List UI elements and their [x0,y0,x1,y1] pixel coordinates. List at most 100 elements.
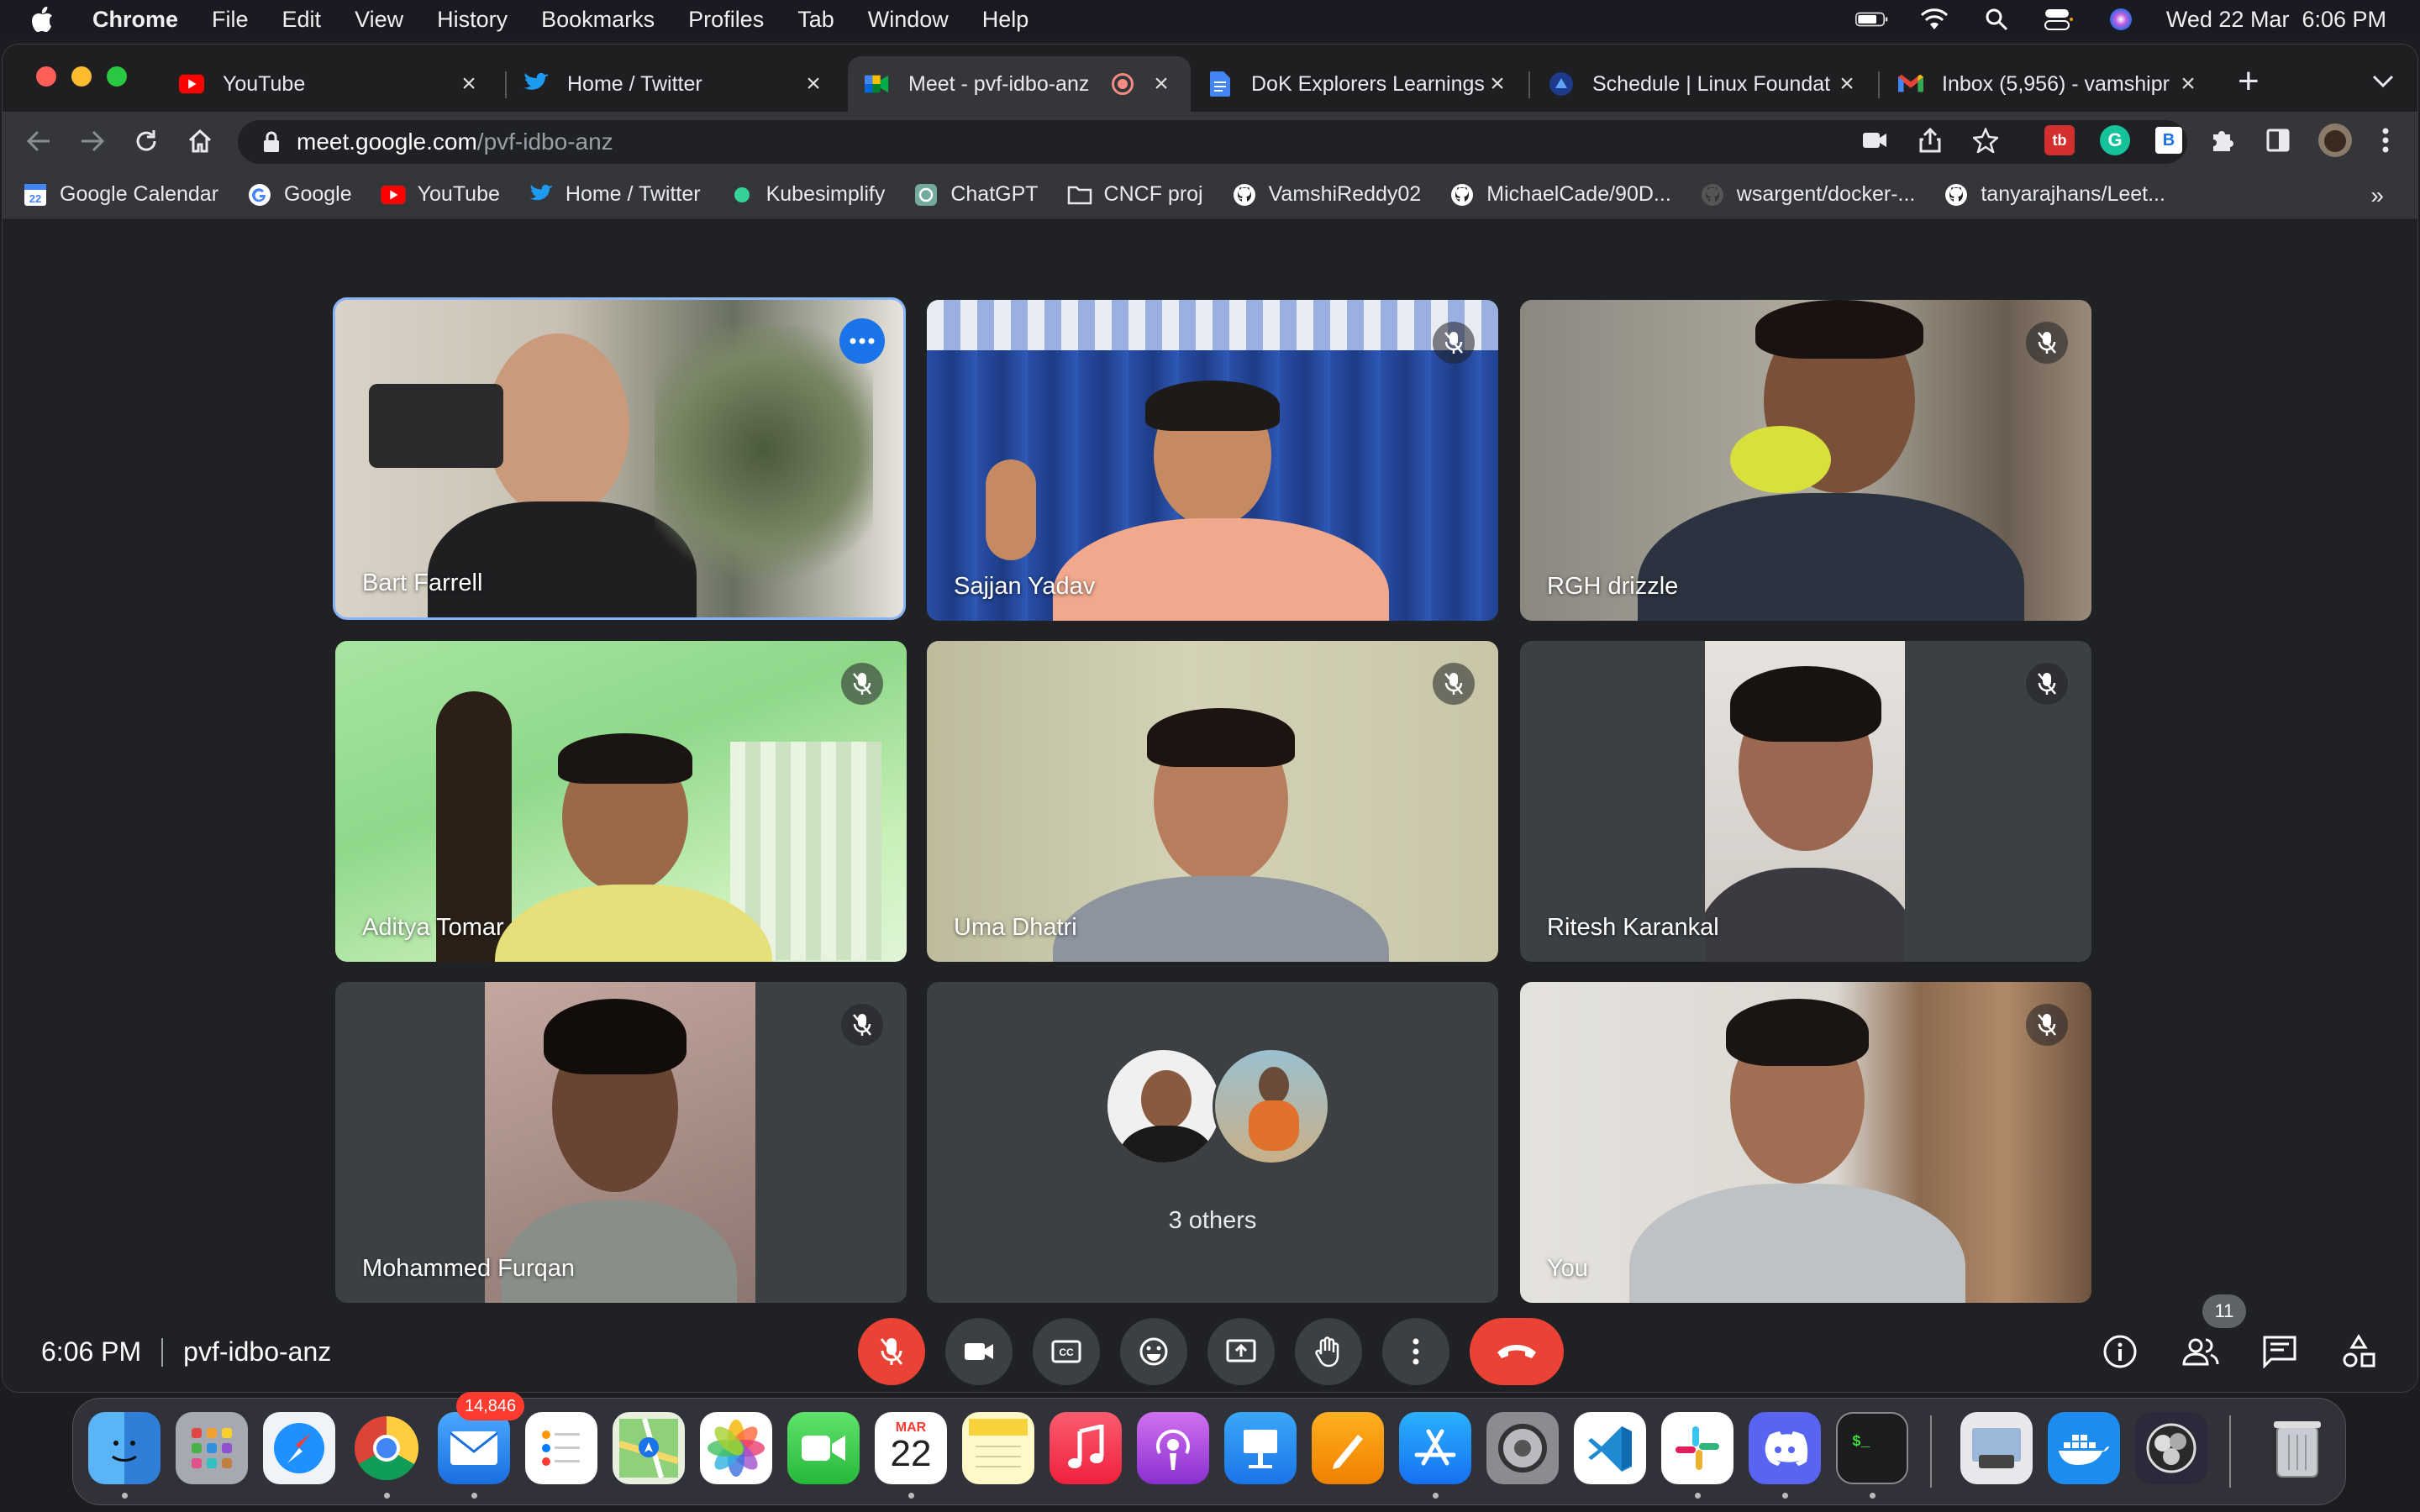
podcasts-icon[interactable] [1137,1412,1209,1484]
participant-tile-uma-dhatri[interactable]: Uma Dhatri [927,641,1498,962]
activities-button[interactable] [2333,1326,2384,1377]
notes-icon[interactable] [962,1412,1034,1484]
menu-view[interactable]: View [355,7,403,33]
side-panel-icon[interactable] [2263,125,2293,155]
vscode-icon[interactable] [1574,1412,1646,1484]
maps-icon[interactable] [613,1412,685,1484]
tab-close-icon[interactable]: × [456,70,481,98]
back-arrow-icon[interactable] [21,123,56,159]
captions-button[interactable]: CC [1033,1318,1100,1385]
menubar-clock[interactable]: Wed 22 Mar 6:06 PM [2166,7,2386,33]
home-icon[interactable] [182,123,218,159]
participant-tile-bart-farrell[interactable]: Bart Farrell [333,297,906,620]
menu-tab[interactable]: Tab [797,7,834,33]
menu-profiles[interactable]: Profiles [688,7,764,33]
launchpad-icon[interactable] [176,1412,248,1484]
forward-arrow-icon[interactable] [75,123,110,159]
tab-twitter[interactable]: Home / Twitter × [507,56,843,112]
participant-tile-ritesh-karankal[interactable]: Ritesh Karankal [1520,641,2091,962]
bookmark-star-icon[interactable] [1970,125,2001,155]
bookmarks-overflow-button[interactable]: » [2370,182,2384,209]
zoom-window-button[interactable] [107,66,127,87]
people-button[interactable] [2175,1326,2226,1377]
close-window-button[interactable] [36,66,56,87]
tab-youtube[interactable]: YouTube × [162,56,498,112]
menu-app-name[interactable]: Chrome [92,7,178,33]
b-extension-icon[interactable]: B [2155,127,2182,154]
todoist-extension-icon[interactable]: tb [2044,125,2075,155]
terminal-icon[interactable]: $_ [1836,1412,1908,1484]
menu-history[interactable]: History [437,7,508,33]
calendar-icon[interactable]: MAR 22 [875,1412,947,1484]
microphone-toggle-button[interactable] [858,1318,925,1385]
bookmark-github-wsargent[interactable]: wsargent/docker-... [1700,182,1915,207]
discord-icon[interactable] [1749,1412,1821,1484]
bookmark-github-tanyarajhans[interactable]: tanyarajhans/Leet... [1944,182,2165,207]
spotlight-search-icon[interactable] [1980,7,2013,32]
menu-window[interactable]: Window [868,7,949,33]
bookmark-github-michaelcade[interactable]: MichaelCade/90D... [1449,182,1671,207]
chrome-menu-icon[interactable] [2377,125,2394,155]
music-icon[interactable] [1050,1412,1122,1484]
bookmark-chatgpt[interactable]: ChatGPT [913,182,1039,207]
tab-search-chevron-icon[interactable] [2372,68,2394,94]
lock-icon[interactable] [263,131,280,153]
menu-file[interactable]: File [212,7,249,33]
photos-icon[interactable] [700,1412,772,1484]
present-screen-button[interactable] [1207,1318,1275,1385]
participant-tile-aditya-tomar[interactable]: Aditya Tomar [335,641,907,962]
reload-icon[interactable] [129,123,164,159]
reactions-button[interactable] [1120,1318,1187,1385]
bookmark-github-vamshi[interactable]: VamshiReddy02 [1232,182,1421,207]
extensions-puzzle-icon[interactable] [2207,125,2238,155]
tab-meet[interactable]: Meet - pvf-idbo-anz × [848,56,1191,112]
leave-call-button[interactable] [1470,1318,1564,1385]
facetime-icon[interactable] [787,1412,860,1484]
tab-linux-foundation[interactable]: Schedule | Linux Foundat × [1532,56,1876,112]
system-settings-icon[interactable] [1486,1412,1559,1484]
apple-menu-icon[interactable] [32,7,60,32]
preview-icon[interactable] [1960,1412,2033,1484]
tab-close-icon[interactable]: × [1485,70,1510,98]
tab-docs[interactable]: DoK Explorers Learnings × [1191,56,1527,112]
mail-icon[interactable] [438,1412,510,1484]
minimize-window-button[interactable] [71,66,92,87]
participant-tile-rgh-drizzle[interactable]: RGH drizzle [1520,300,2091,621]
camera-in-use-icon[interactable] [1860,125,1890,155]
participant-tile-others[interactable]: 3 others [927,982,1498,1303]
bookmark-folder-cncf[interactable]: CNCF proj [1067,182,1203,207]
tab-close-icon[interactable]: × [801,70,826,98]
chrome-icon[interactable] [350,1412,423,1484]
menu-edit[interactable]: Edit [282,7,322,33]
chat-button[interactable] [2254,1326,2305,1377]
obs-icon[interactable] [2135,1412,2207,1484]
trash-icon[interactable] [2261,1412,2333,1484]
participant-tile-mohammed-furqan[interactable]: Mohammed Furqan [335,982,907,1303]
slack-icon[interactable] [1661,1412,1733,1484]
wifi-icon[interactable] [1918,7,1951,32]
more-options-button[interactable] [1382,1318,1449,1385]
more-options-button[interactable] [839,318,885,364]
new-tab-button[interactable]: + [2238,63,2260,100]
control-center-icon[interactable] [2042,7,2075,32]
grammarly-extension-icon[interactable]: G [2100,125,2130,155]
menu-help[interactable]: Help [982,7,1029,33]
raise-hand-button[interactable] [1295,1318,1362,1385]
tab-close-icon[interactable]: × [1149,70,1174,98]
bookmark-google[interactable]: Google [247,182,352,207]
bookmark-twitter[interactable]: Home / Twitter [529,182,701,207]
keynote-icon[interactable] [1224,1412,1297,1484]
camera-toggle-button[interactable] [945,1318,1013,1385]
tab-close-icon[interactable]: × [1834,70,1860,98]
bookmark-youtube[interactable]: YouTube [380,182,500,207]
profile-avatar[interactable] [2318,123,2352,157]
pages-icon[interactable] [1312,1412,1384,1484]
finder-icon[interactable] [88,1412,160,1484]
docker-icon[interactable] [2048,1412,2120,1484]
siri-icon[interactable] [2104,7,2138,32]
participant-tile-sajjan-yadav[interactable]: Sajjan Yadav [927,300,1498,621]
reminders-icon[interactable] [525,1412,597,1484]
meeting-details-button[interactable] [2095,1326,2145,1377]
bookmark-kubesimplify[interactable]: Kubesimplify [729,182,885,207]
safari-icon[interactable] [263,1412,335,1484]
